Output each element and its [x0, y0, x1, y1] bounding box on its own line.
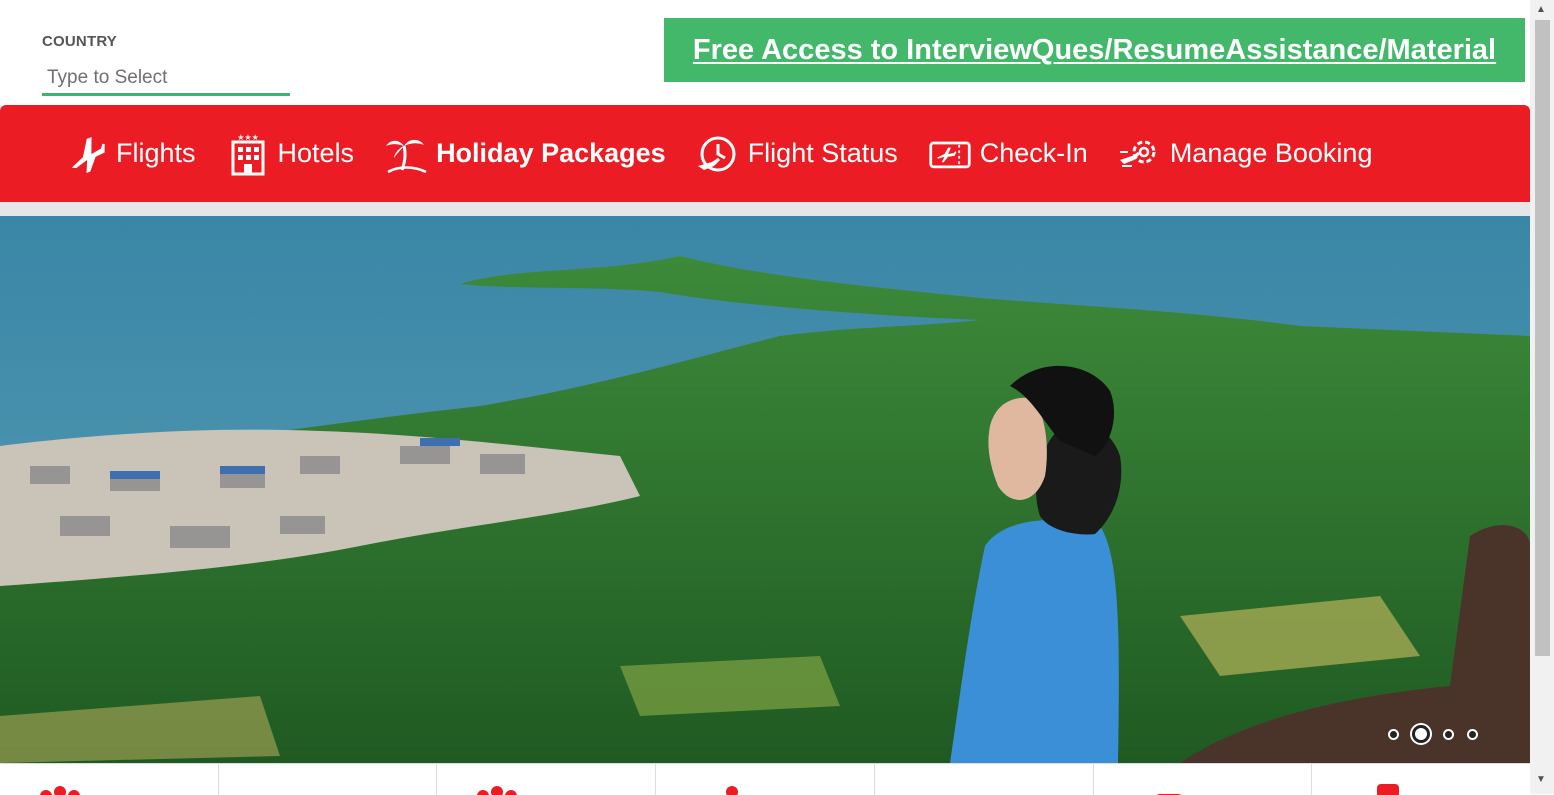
scrollbar-thumb[interactable] — [1535, 20, 1550, 656]
card-icon — [477, 784, 527, 795]
nav-item-flights[interactable]: Flights — [64, 132, 196, 176]
carousel-dot[interactable] — [1443, 728, 1454, 740]
feature-card[interactable] — [437, 764, 657, 795]
card-icon — [1134, 784, 1184, 795]
carousel-dot[interactable] — [1467, 728, 1478, 740]
main-nav: Flights ★★★ Hotels Holiday Packages Flig… — [0, 105, 1530, 202]
feature-card[interactable] — [1094, 764, 1313, 795]
clock-plane-icon — [697, 136, 736, 171]
airplane-icon — [71, 136, 105, 173]
nav-label: Hotels — [277, 138, 355, 168]
feature-card[interactable] — [219, 764, 438, 795]
feature-cards-strip — [0, 763, 1530, 795]
promo-banner: Free Access to InterviewQues/ResumeAssis… — [664, 18, 1525, 82]
hero-carousel-image[interactable] — [0, 216, 1530, 763]
promo-link[interactable]: Free Access to InterviewQues/ResumeAssis… — [693, 34, 1496, 67]
palm-tree-icon — [386, 139, 427, 173]
nav-item-manage-booking[interactable]: Manage Booking — [1118, 132, 1373, 176]
boarding-pass-icon — [929, 141, 971, 168]
nav-label: Flight Status — [747, 138, 898, 168]
carousel-indicators — [1388, 725, 1491, 743]
scroll-down-arrow-icon[interactable]: ▼ — [1536, 774, 1546, 785]
carousel-dot[interactable] — [1388, 728, 1399, 740]
card-icon — [40, 784, 90, 795]
nav-label: Check-In — [979, 138, 1088, 168]
nav-label: Manage Booking — [1169, 138, 1373, 168]
nav-item-check-in[interactable]: Check-In — [928, 132, 1088, 176]
country-input[interactable] — [42, 62, 290, 96]
card-icon — [696, 784, 746, 795]
feature-card[interactable] — [1312, 764, 1530, 795]
card-icon — [1352, 784, 1402, 795]
country-label: COUNTRY — [42, 33, 118, 50]
nav-label: Holiday Packages — [436, 138, 666, 168]
nav-item-flight-status[interactable]: Flight Status — [696, 132, 898, 176]
nav-item-holiday-packages[interactable]: Holiday Packages — [384, 132, 666, 176]
feature-card[interactable] — [875, 764, 1094, 795]
nav-label: Flights — [116, 138, 196, 168]
feature-card[interactable] — [0, 764, 219, 795]
nav-item-hotels[interactable]: ★★★ Hotels — [226, 132, 355, 176]
nav-separator — [0, 202, 1530, 216]
gear-plane-icon — [1119, 140, 1156, 167]
feature-card[interactable] — [656, 764, 875, 795]
landscape-scene — [0, 216, 1530, 763]
scroll-up-arrow-icon[interactable]: ▲ — [1536, 4, 1546, 15]
svg-text:★★★: ★★★ — [237, 133, 259, 142]
hotel-building-icon: ★★★ — [231, 133, 265, 175]
carousel-dot-active[interactable] — [1412, 725, 1430, 743]
